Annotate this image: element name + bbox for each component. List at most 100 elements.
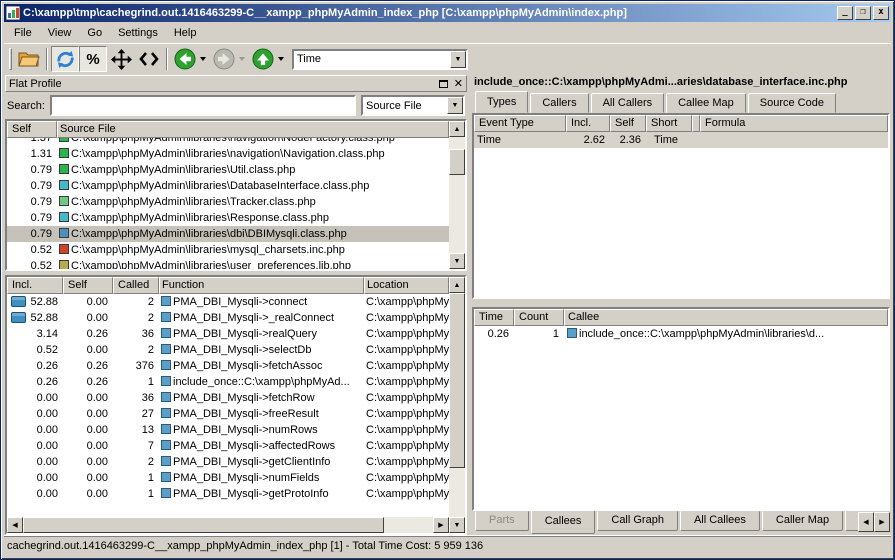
function-row[interactable]: 0.00 0.00 1 PMA_DBI_Mysqli->getProtoInfo… (7, 486, 449, 502)
column-header-time[interactable]: Time (474, 309, 514, 326)
column-header-self[interactable]: Self (610, 115, 646, 132)
tab-callees[interactable]: Callees (531, 511, 596, 534)
toolbar: % (4, 43, 891, 74)
fn-incl: 0.00 (7, 470, 63, 486)
event-self: 2.36 (610, 132, 646, 148)
group-by-combobox[interactable]: Source File ▼ (361, 95, 465, 116)
file-row[interactable]: 1.37 C:\xampp\phpMyAdmin\libraries\navig… (7, 138, 449, 146)
column-header-self[interactable]: Self (7, 121, 57, 138)
function-row[interactable]: 0.26 0.26 1 include_once::C:\xampp\phpMy… (7, 374, 449, 390)
file-row[interactable]: 0.79 C:\xampp\phpMyAdmin\libraries\Track… (7, 194, 449, 210)
fn-name: PMA_DBI_Mysqli->affectedRows (159, 438, 364, 454)
menu-help[interactable]: Help (166, 25, 205, 41)
minimize-button[interactable]: _ (837, 6, 853, 20)
tab-types[interactable]: Types (475, 91, 528, 113)
title-bar[interactable]: C:\xampp\tmp\cachegrind.out.1416463299-C… (4, 4, 891, 22)
column-header-short[interactable]: Short (646, 115, 692, 132)
percent-relative-button[interactable]: % (79, 46, 107, 72)
file-row-selected[interactable]: 0.79 C:\xampp\phpMyAdmin\libraries\dbi\D… (7, 226, 449, 242)
event-type-row[interactable]: Time 2.62 2.36 Time (474, 132, 888, 148)
tab-all-callers[interactable]: All Callers (591, 93, 665, 113)
function-row[interactable]: 0.26 0.26 376 PMA_DBI_Mysqli->fetchAssoc… (7, 358, 449, 374)
column-header-location[interactable]: Location (364, 277, 449, 294)
toolbar-grip[interactable] (9, 48, 12, 70)
scroll-track[interactable] (23, 517, 433, 533)
scroll-down-icon[interactable]: ▼ (449, 517, 465, 533)
function-row[interactable]: 0.00 0.00 27 PMA_DBI_Mysqli->freeResult … (7, 406, 449, 422)
open-file-button[interactable] (15, 46, 43, 72)
column-header-source-file[interactable]: Source File (57, 121, 449, 138)
scroll-track[interactable] (449, 293, 465, 517)
function-row[interactable]: 3.14 0.26 36 PMA_DBI_Mysqli->realQuery C… (7, 326, 449, 342)
event-type-combobox[interactable]: Time ▼ (292, 49, 468, 70)
back-button[interactable] (171, 46, 199, 72)
tab-scroll-left-icon[interactable]: ◀ (858, 512, 874, 532)
tab-source-code[interactable]: Source Code (748, 93, 836, 113)
function-table-hscrollbar[interactable]: ◀ ▶ (7, 517, 449, 533)
column-header-event-type[interactable]: Event Type (474, 115, 566, 132)
function-row[interactable]: 0.00 0.00 36 PMA_DBI_Mysqli->fetchRow C:… (7, 390, 449, 406)
menu-go[interactable]: Go (79, 25, 110, 41)
close-button[interactable]: x (873, 6, 889, 20)
tab-callers[interactable]: Callers (530, 93, 588, 113)
reload-button[interactable] (51, 46, 79, 72)
tab-caller-map[interactable]: Caller Map (762, 511, 843, 531)
function-row[interactable]: 0.00 0.00 2 PMA_DBI_Mysqli->getClientInf… (7, 454, 449, 470)
fn-name: PMA_DBI_Mysqli->getClientInfo (159, 454, 364, 470)
file-row[interactable]: 1.31 C:\xampp\phpMyAdmin\libraries\navig… (7, 146, 449, 162)
column-header-incl[interactable]: Incl. (566, 115, 610, 132)
file-row[interactable]: 0.52 C:\xampp\phpMyAdmin\libraries\mysql… (7, 242, 449, 258)
combobox-dropdown-button[interactable]: ▼ (447, 97, 463, 114)
file-row[interactable]: 0.79 C:\xampp\phpMyAdmin\libraries\Respo… (7, 210, 449, 226)
tab-scroll-right-icon[interactable]: ▶ (874, 512, 890, 532)
column-header-function[interactable]: Function (159, 277, 364, 294)
function-table-vscrollbar[interactable]: ▲ ▼ (449, 277, 465, 533)
tab-all-callees[interactable]: All Callees (680, 511, 760, 531)
column-header-self[interactable]: Self (63, 277, 113, 294)
tab-callee-map[interactable]: Callee Map (666, 93, 746, 113)
scroll-down-icon[interactable]: ▼ (449, 253, 465, 269)
column-header-incl[interactable]: Incl. (7, 277, 63, 294)
dock-header[interactable]: Flat Profile ✕ (5, 75, 467, 92)
fn-self: 0.00 (63, 390, 113, 406)
function-row[interactable]: 0.52 0.00 2 PMA_DBI_Mysqli->selectDb C:\… (7, 342, 449, 358)
scroll-right-icon[interactable]: ▶ (433, 517, 449, 533)
fn-name: PMA_DBI_Mysqli->getProtoInfo (159, 486, 364, 502)
back-dropdown-arrow[interactable] (200, 57, 206, 61)
menu-settings[interactable]: Settings (110, 25, 166, 41)
scroll-up-icon[interactable]: ▲ (449, 277, 465, 293)
menu-view[interactable]: View (40, 25, 80, 41)
function-row[interactable]: 52.88 0.00 2 PMA_DBI_Mysqli->_realConnec… (7, 310, 449, 326)
function-row[interactable]: 52.88 0.00 2 PMA_DBI_Mysqli->connect C:\… (7, 294, 449, 310)
file-row[interactable]: 0.52 C:\xampp\phpMyAdmin\libraries\user_… (7, 258, 449, 269)
shorten-templates-button[interactable] (135, 46, 163, 72)
maximize-button[interactable]: ❐ (855, 6, 871, 20)
scroll-left-icon[interactable]: ◀ (7, 517, 23, 533)
file-row[interactable]: 0.79 C:\xampp\phpMyAdmin\libraries\Datab… (7, 178, 449, 194)
function-row[interactable]: 0.00 0.00 7 PMA_DBI_Mysqli->affectedRows… (7, 438, 449, 454)
dock-close-icon[interactable]: ✕ (454, 80, 463, 88)
search-input[interactable] (50, 95, 356, 116)
callee-row[interactable]: 0.26 1 include_once::C:\xampp\phpMyAdmin… (474, 326, 888, 342)
column-header-callee[interactable]: Callee (564, 309, 888, 326)
scroll-up-icon[interactable]: ▲ (449, 121, 465, 137)
scroll-track[interactable] (449, 137, 465, 253)
file-cell: C:\xampp\phpMyAdmin\libraries\DatabaseIn… (57, 178, 449, 194)
dock-float-icon[interactable] (439, 80, 448, 88)
up-button[interactable] (249, 46, 277, 72)
tab-call-graph[interactable]: Call Graph (597, 511, 678, 531)
combobox-dropdown-button[interactable]: ▼ (450, 51, 466, 68)
column-header-formula[interactable]: Formula (700, 115, 888, 132)
scroll-thumb[interactable] (449, 293, 465, 468)
function-row[interactable]: 0.00 0.00 13 PMA_DBI_Mysqli->numRows C:\… (7, 422, 449, 438)
column-header-count[interactable]: Count (514, 309, 564, 326)
up-dropdown-arrow[interactable] (278, 57, 284, 61)
scroll-thumb[interactable] (449, 149, 465, 175)
function-row[interactable]: 0.00 0.00 1 PMA_DBI_Mysqli->numFields C:… (7, 470, 449, 486)
menu-file[interactable]: File (6, 25, 40, 41)
column-header-called[interactable]: Called (113, 277, 159, 294)
cycle-detection-button[interactable] (107, 46, 135, 72)
file-list-vscrollbar[interactable]: ▲ ▼ (449, 121, 465, 269)
scroll-thumb[interactable] (23, 517, 384, 533)
file-row[interactable]: 0.79 C:\xampp\phpMyAdmin\libraries\Util.… (7, 162, 449, 178)
